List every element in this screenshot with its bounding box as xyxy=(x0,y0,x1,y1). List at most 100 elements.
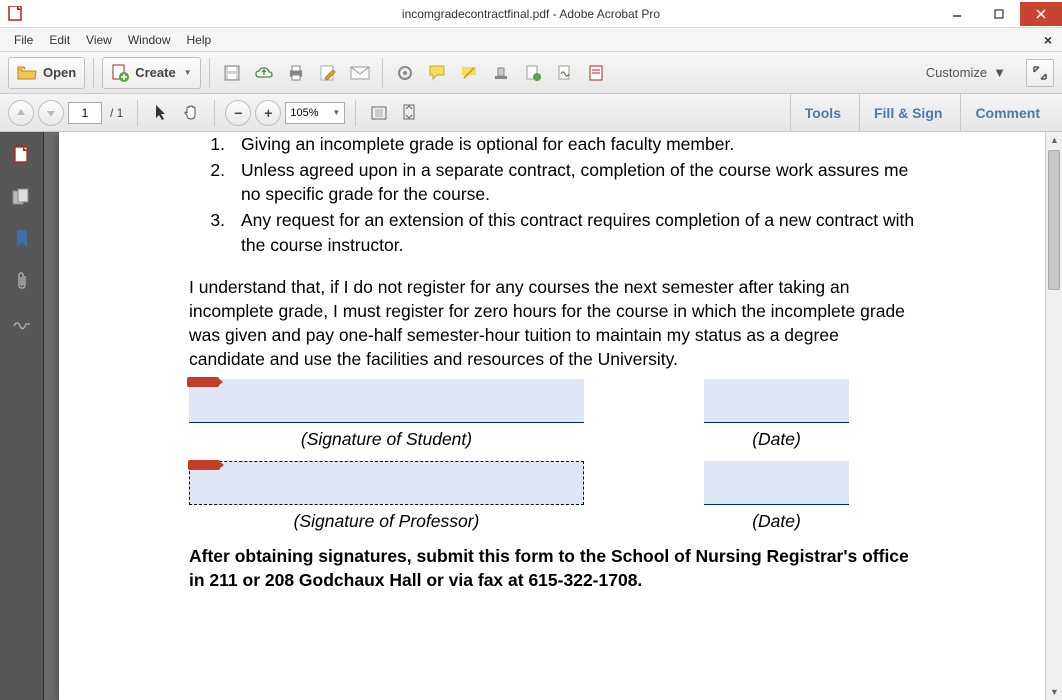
forms-icon xyxy=(588,64,606,82)
attachments-button[interactable] xyxy=(9,268,35,294)
pages-icon xyxy=(12,188,32,206)
sign-button[interactable] xyxy=(551,59,579,87)
signature-row xyxy=(189,461,917,505)
fit-width-button[interactable] xyxy=(366,100,392,126)
cloud-button[interactable] xyxy=(250,59,278,87)
scroll-down-button[interactable]: ▼ xyxy=(1046,684,1062,700)
minimize-button[interactable] xyxy=(936,2,978,26)
print-button[interactable] xyxy=(282,59,310,87)
document-page: 1.Giving an incomplete grade is optional… xyxy=(59,132,1047,700)
sign-icon xyxy=(556,64,574,82)
forms-button[interactable] xyxy=(583,59,611,87)
signature-row xyxy=(189,379,917,423)
professor-signature-field[interactable] xyxy=(189,461,584,505)
open-label: Open xyxy=(43,65,76,80)
menu-close-doc[interactable]: × xyxy=(1044,32,1052,48)
list-num: 3. xyxy=(209,208,241,256)
list-item: 2.Unless agreed upon in a separate contr… xyxy=(209,158,917,206)
comment-panel-button[interactable]: Comment xyxy=(960,94,1054,132)
save-icon xyxy=(223,64,241,82)
page-total: / 1 xyxy=(110,106,123,120)
window-title: incomgradecontractfinal.pdf - Adobe Acro… xyxy=(402,7,660,21)
caret-icon: ▼ xyxy=(993,65,1006,80)
zoom-in-button[interactable]: + xyxy=(255,100,281,126)
list-num: 2. xyxy=(209,158,241,206)
divider xyxy=(137,100,138,126)
signature-labels: (Signature of Professor) (Date) xyxy=(189,509,917,533)
student-signature-field[interactable] xyxy=(189,379,584,423)
acrobat-icon xyxy=(8,6,24,22)
menu-view[interactable]: View xyxy=(78,30,120,50)
divider xyxy=(93,58,94,88)
zoom-out-button[interactable]: − xyxy=(225,100,251,126)
paragraph: I understand that, if I do not register … xyxy=(189,275,917,372)
fit-page-icon xyxy=(401,104,417,122)
fit-page-button[interactable] xyxy=(396,100,422,126)
sticky-note-button[interactable] xyxy=(423,59,451,87)
envelope-icon xyxy=(350,66,370,80)
list-text: Giving an incomplete grade is optional f… xyxy=(241,132,734,156)
pages-button[interactable] xyxy=(9,184,35,210)
customize-label: Customize xyxy=(926,65,987,80)
comment-icon xyxy=(428,64,446,82)
page-number-input[interactable] xyxy=(68,102,102,124)
expand-icon xyxy=(1033,66,1047,80)
vertical-scrollbar[interactable]: ▲ ▼ xyxy=(1045,132,1062,700)
professor-signature-label: (Signature of Professor) xyxy=(189,509,584,533)
highlight-icon xyxy=(460,64,478,82)
prev-page-button[interactable] xyxy=(8,100,34,126)
scroll-up-button[interactable]: ▲ xyxy=(1046,132,1062,148)
create-button[interactable]: Create ▼ xyxy=(102,57,200,89)
divider xyxy=(214,100,215,126)
cloud-icon xyxy=(254,65,274,81)
select-tool-button[interactable] xyxy=(148,100,174,126)
document-viewport[interactable]: 1.Giving an incomplete grade is optional… xyxy=(44,132,1062,700)
email-button[interactable] xyxy=(346,59,374,87)
arrow-down-icon xyxy=(45,107,57,119)
main-toolbar: Open Create ▼ Customize ▼ xyxy=(0,52,1062,94)
maximize-button[interactable] xyxy=(978,2,1020,26)
list-text: Unless agreed upon in a separate contrac… xyxy=(241,158,917,206)
tools-panel-button[interactable]: Tools xyxy=(790,94,855,132)
list-item: 3.Any request for an extension of this c… xyxy=(209,208,917,256)
edit-icon xyxy=(319,64,337,82)
scroll-thumb[interactable] xyxy=(1048,150,1060,290)
close-button[interactable] xyxy=(1020,2,1062,26)
bookmarks-button[interactable] xyxy=(9,226,35,252)
fill-sign-panel-button[interactable]: Fill & Sign xyxy=(859,94,956,132)
menu-edit[interactable]: Edit xyxy=(41,30,78,50)
professor-date-field[interactable] xyxy=(704,461,849,505)
zoom-select[interactable]: 105% ▼ xyxy=(285,102,345,124)
signature-icon xyxy=(12,316,32,330)
title-bar: incomgradecontractfinal.pdf - Adobe Acro… xyxy=(0,0,1062,28)
menu-help[interactable]: Help xyxy=(179,30,220,50)
settings-button[interactable] xyxy=(391,59,419,87)
paperclip-icon xyxy=(15,271,29,291)
hand-tool-button[interactable] xyxy=(178,100,204,126)
open-button[interactable]: Open xyxy=(8,57,85,89)
menu-bar: File Edit View Window Help × xyxy=(0,28,1062,52)
stamp-button[interactable] xyxy=(487,59,515,87)
divider xyxy=(355,100,356,126)
caret-icon: ▼ xyxy=(184,68,192,77)
bookmark-icon xyxy=(15,229,29,249)
expand-toolbar-button[interactable] xyxy=(1026,59,1054,87)
sign-here-tag xyxy=(187,377,219,387)
save-button[interactable] xyxy=(218,59,246,87)
menu-window[interactable]: Window xyxy=(120,30,179,50)
edit-text-button[interactable] xyxy=(314,59,342,87)
list-num: 1. xyxy=(209,132,241,156)
next-page-button[interactable] xyxy=(38,100,64,126)
create-pdf-icon xyxy=(111,64,129,82)
signatures-button[interactable] xyxy=(9,310,35,336)
folder-open-icon xyxy=(17,65,37,81)
student-date-field[interactable] xyxy=(704,379,849,423)
customize-button[interactable]: Customize ▼ xyxy=(918,65,1014,80)
attach-button[interactable] xyxy=(519,59,547,87)
highlight-button[interactable] xyxy=(455,59,483,87)
divider xyxy=(382,58,383,88)
menu-file[interactable]: File xyxy=(6,30,41,50)
signature-labels: (Signature of Student) (Date) xyxy=(189,427,917,451)
thumbnails-button[interactable] xyxy=(9,142,35,168)
student-date-label: (Date) xyxy=(704,427,849,451)
